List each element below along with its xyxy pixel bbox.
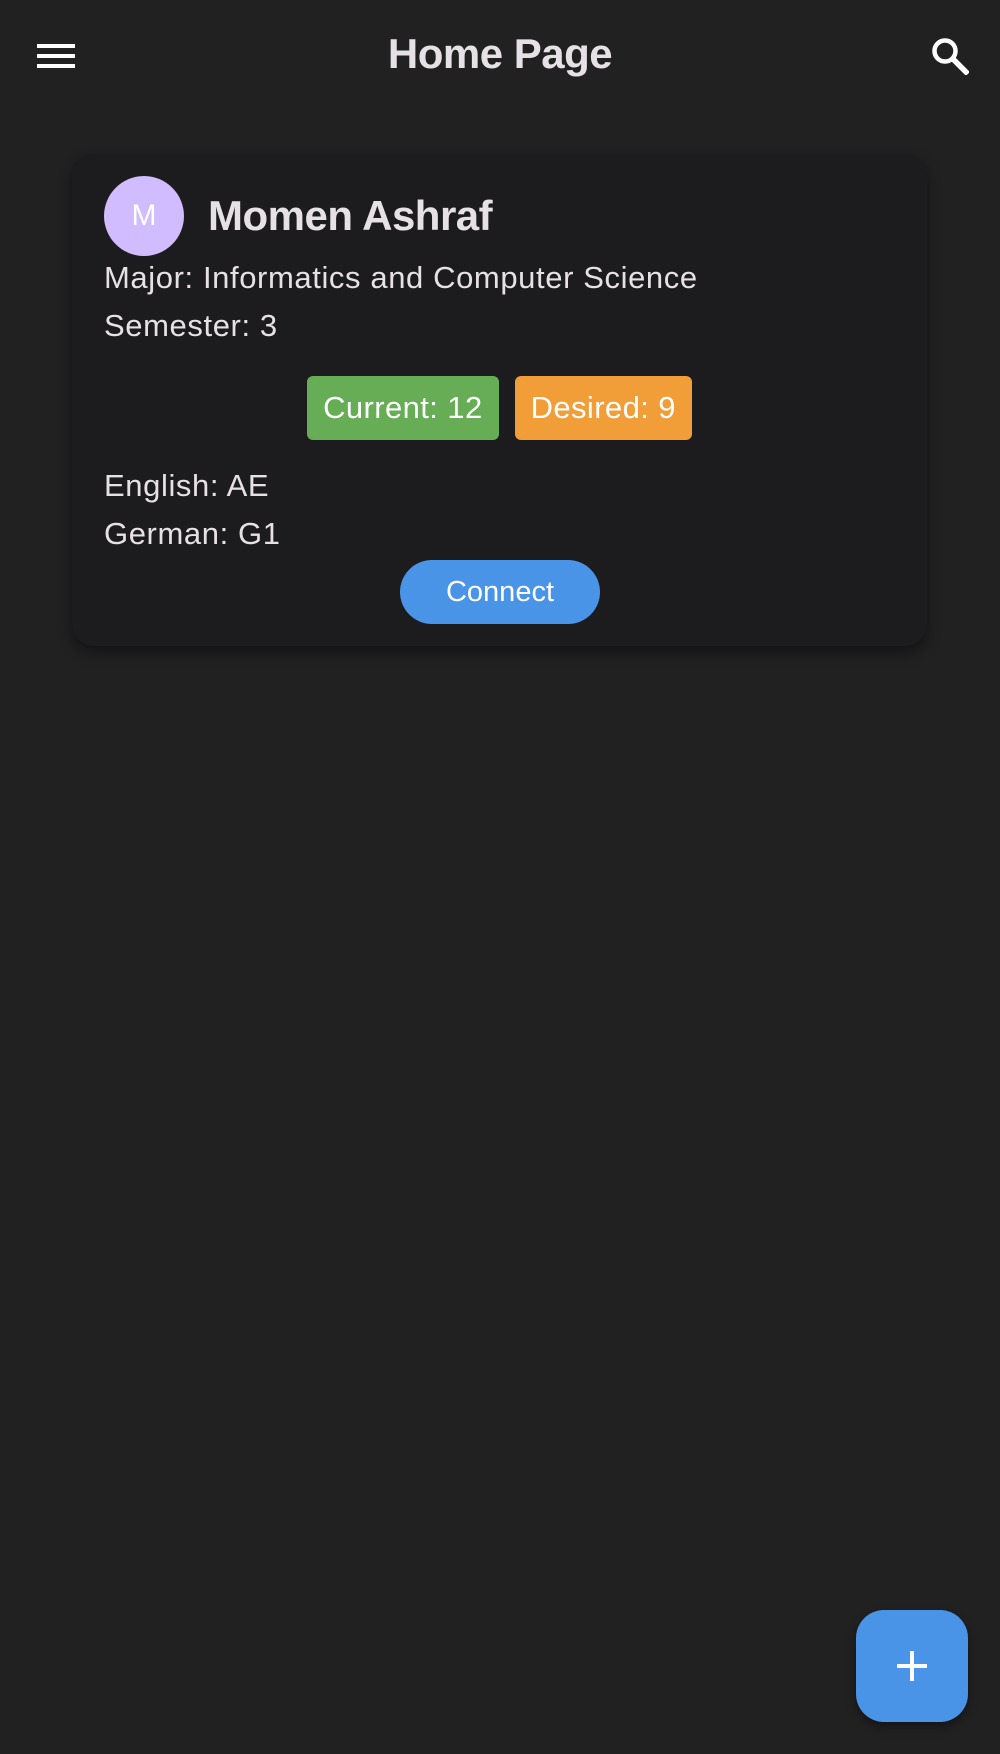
desired-level-chip: Desired: 9 — [514, 376, 692, 440]
search-button[interactable] — [922, 28, 978, 84]
search-icon — [932, 38, 969, 75]
level-chips: Current: 12 Desired: 9 — [72, 376, 927, 440]
menu-button[interactable] — [28, 28, 84, 84]
current-level-chip: Current: 12 — [307, 376, 499, 440]
avatar-initial: M — [131, 199, 157, 232]
profile-card: M Momen Ashraf Major: Informatics and Co… — [72, 154, 927, 646]
page-title: Home Page — [387, 30, 613, 77]
semester-text: Semester: 3 — [104, 308, 278, 343]
app-bar: Home Page — [0, 0, 1000, 112]
german-level-text: German: G1 — [104, 516, 281, 551]
english-level-text: English: AE — [104, 468, 270, 503]
add-fab-button[interactable] — [856, 1610, 968, 1722]
connect-button-label: Connect — [445, 575, 554, 608]
connect-button[interactable]: Connect — [400, 560, 600, 624]
profile-name: Momen Ashraf — [208, 192, 493, 239]
hamburger-menu-icon — [37, 44, 75, 68]
major-text: Major: Informatics and Computer Science — [104, 260, 698, 295]
avatar: M — [104, 176, 184, 256]
plus-icon — [897, 1651, 927, 1681]
